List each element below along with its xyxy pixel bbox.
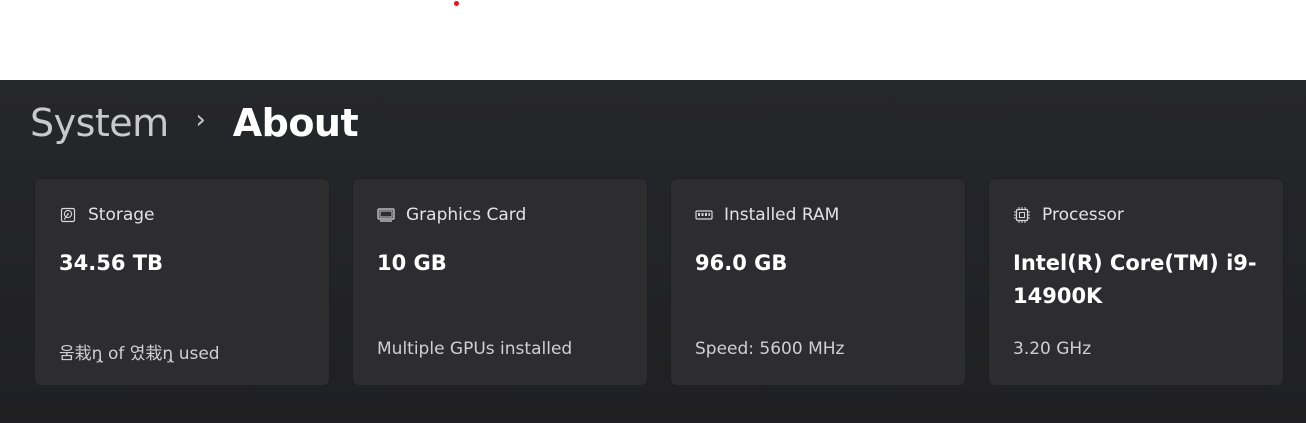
processor-speed: 3.20 GHz [1013,339,1092,359]
card-header: Installed RAM [695,205,839,225]
breadcrumb-system-link[interactable]: System [30,101,169,145]
card-header: Storage [59,205,155,225]
installed-ram-label: Installed RAM [724,205,840,225]
storage-label: Storage [88,205,155,225]
storage-card[interactable]: Storage 34.56 TB 움栽ɳ̧ of 였栽ɳ̧ used [34,178,330,386]
top-white-area [0,0,1306,80]
processor-icon [1013,206,1031,224]
page-title: About [232,101,359,145]
graphics-card-label: Graphics Card [406,205,527,225]
monitor-icon [377,206,395,224]
processor-label: Processor [1042,205,1124,225]
about-panel: System › About Storage 34.56 TB 움栽ɳ̧ of … [0,80,1306,423]
installed-ram-card[interactable]: Installed RAM 96.0 GB Speed: 5600 MHz [670,178,966,386]
breadcrumb: System › About [30,98,359,148]
hard-drive-icon [59,206,77,224]
graphics-card-card[interactable]: Graphics Card 10 GB Multiple GPUs instal… [352,178,648,386]
storage-value: 34.56 TB [59,251,164,275]
card-header: Processor [1013,205,1124,225]
ram-icon [695,206,713,224]
graphics-card-value: 10 GB [377,251,447,275]
storage-usage: 움栽ɳ̧ of 였栽ɳ̧ used [59,344,220,364]
processor-value: Intel(R) Core(TM) i9-14900K [1013,251,1257,308]
processor-card[interactable]: Processor Intel(R) Core(TM) i9-14900K 3.… [988,178,1284,386]
red-dot-marker [454,1,459,6]
chevron-right-icon: › [195,105,206,135]
graphics-card-detail: Multiple GPUs installed [377,339,573,359]
ram-speed: Speed: 5600 MHz [695,339,845,359]
installed-ram-value: 96.0 GB [695,251,788,275]
card-header: Graphics Card [377,205,526,225]
